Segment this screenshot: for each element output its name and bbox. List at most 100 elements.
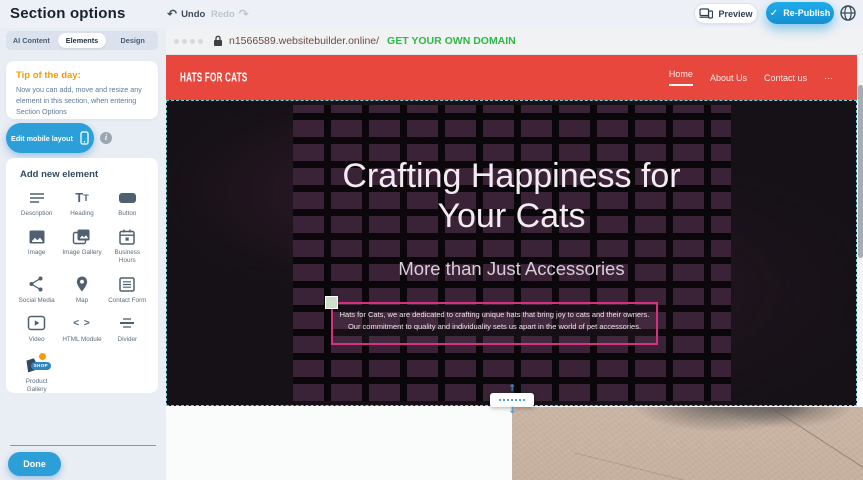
element-item-button[interactable]: Button	[105, 188, 150, 218]
element-label: Video	[29, 336, 45, 344]
element-drag-handle[interactable]	[325, 296, 338, 309]
tab-elements[interactable]: Elements	[58, 33, 107, 48]
html-code-icon: < >	[73, 314, 90, 333]
element-label: Social Media	[19, 297, 55, 305]
language-globe-button[interactable]	[839, 4, 857, 22]
site-canvas: HATS FOR CATS Home About Us Contact us ·…	[166, 55, 863, 480]
page-title: Section options	[10, 5, 126, 22]
element-item-business-hours[interactable]: Business Hours	[105, 227, 150, 265]
undo-icon: ↶	[167, 8, 177, 20]
section-resize-handle[interactable]: ↑ ↓	[490, 385, 534, 415]
hero-heading-line1: Crafting Happiness for	[167, 156, 856, 196]
info-icon[interactable]: i	[100, 132, 112, 144]
hero-heading[interactable]: Crafting Happiness for Your Cats	[167, 156, 856, 236]
image-gallery-icon	[72, 227, 91, 246]
element-label: HTML Module	[62, 336, 101, 344]
edit-mobile-layout-button[interactable]: Edit mobile layout	[6, 123, 94, 153]
globe-icon	[839, 4, 857, 22]
element-label: Business Hours	[107, 249, 147, 265]
tip-body: Now you can add, move and resize any ele…	[16, 85, 148, 117]
layout-grid-overlay	[293, 105, 731, 401]
image-icon	[28, 227, 46, 246]
contact-form-icon	[118, 275, 136, 294]
element-label: Description	[21, 210, 53, 218]
republish-label: Re-Publish	[783, 8, 830, 18]
next-section-blank-area	[166, 407, 512, 480]
hero-heading-line2: Your Cats	[167, 196, 856, 236]
product-gallery-icon: SHOP	[23, 353, 51, 375]
element-item-html-module[interactable]: < > HTML Module	[59, 314, 104, 344]
selected-paragraph-element[interactable]: Hats for Cats, we are dedicated to craft…	[331, 302, 658, 345]
browser-chrome-bar: n1566589.websitebuilder.online/ GET YOUR…	[166, 28, 863, 55]
element-item-heading[interactable]: TT Heading	[59, 188, 104, 218]
button-icon	[119, 188, 136, 207]
paragraph-line1: Hats for Cats, we are dedicated to craft…	[333, 309, 656, 321]
element-label: Product Gallery	[17, 378, 57, 393]
sidebar-tab-bar: AI Content Elements Design	[6, 31, 158, 50]
nav-item-contact-us[interactable]: Contact us	[764, 73, 807, 83]
shop-badge: SHOP	[31, 362, 51, 370]
element-item-social-media[interactable]: Social Media	[14, 275, 59, 305]
redo-icon: ↷	[239, 8, 249, 20]
tab-design[interactable]: Design	[108, 33, 157, 48]
phone-icon	[80, 131, 89, 145]
tip-title: Tip of the day:	[16, 70, 148, 81]
get-domain-link[interactable]: GET YOUR OWN DOMAIN	[387, 35, 516, 47]
redo-button[interactable]: Redo ↷	[211, 0, 249, 28]
element-item-map[interactable]: Map	[59, 275, 104, 305]
social-media-icon	[28, 275, 45, 294]
site-logo: HATS FOR CATS	[180, 71, 247, 85]
done-button[interactable]: Done	[8, 452, 61, 476]
preview-label: Preview	[718, 9, 752, 19]
map-pin-icon	[75, 275, 89, 294]
element-item-image[interactable]: Image	[14, 227, 59, 265]
chrome-dot	[198, 39, 203, 44]
devices-icon	[699, 8, 713, 19]
scrollbar-thumb[interactable]	[858, 85, 863, 258]
nav-item-home[interactable]: Home	[669, 69, 693, 86]
hero-subheading[interactable]: More than Just Accessories	[167, 258, 856, 280]
element-label: Contact Form	[108, 297, 146, 305]
preview-scrollbar	[857, 55, 863, 381]
element-item-description[interactable]: Description	[14, 188, 59, 218]
element-label: Map	[76, 297, 88, 305]
chrome-dot	[174, 39, 179, 44]
video-icon	[27, 314, 46, 333]
tip-of-the-day-card: Tip of the day: Now you can add, move an…	[6, 61, 158, 119]
site-header: HATS FOR CATS Home About Us Contact us ·…	[166, 55, 857, 100]
add-new-element-panel: Add new element Description TT Heading B…	[6, 158, 158, 393]
element-label: Heading	[70, 210, 93, 218]
undo-label: Undo	[181, 9, 205, 20]
element-label: Button	[118, 210, 136, 218]
add-element-title: Add new element	[20, 169, 150, 180]
resize-grip[interactable]	[490, 393, 534, 407]
grip-dots	[499, 399, 526, 401]
site-preview-area: n1566589.websitebuilder.online/ GET YOUR…	[166, 28, 863, 480]
element-item-image-gallery[interactable]: Image Gallery	[59, 227, 104, 265]
element-label: Divider	[118, 336, 138, 344]
tab-ai-content[interactable]: AI Content	[7, 33, 56, 48]
edit-mobile-label: Edit mobile layout	[11, 134, 73, 143]
undo-button[interactable]: ↶ Undo	[167, 0, 205, 28]
tile-seam-line	[574, 452, 739, 480]
republish-button[interactable]: ✓ Re-Publish	[766, 2, 834, 24]
up-arrow-icon: ↑	[490, 385, 534, 393]
nav-item-about-us[interactable]: About Us	[710, 73, 747, 83]
nav-more-ellipsis[interactable]: ···	[824, 73, 833, 83]
element-item-video[interactable]: Video	[14, 314, 59, 344]
next-section-image	[512, 407, 863, 480]
section-options-sidebar: AI Content Elements Design Tip of the da…	[0, 28, 166, 480]
app-window: Section options ↶ Undo Redo ↷ Preview ✓ …	[0, 0, 863, 480]
divider-icon	[118, 314, 136, 333]
chrome-dot	[182, 39, 187, 44]
element-item-product-gallery[interactable]: SHOP Product Gallery	[14, 353, 59, 393]
element-item-divider[interactable]: Divider	[105, 314, 150, 344]
element-item-contact-form[interactable]: Contact Form	[105, 275, 150, 305]
preview-button[interactable]: Preview	[694, 3, 758, 24]
tile-seam-line	[745, 407, 863, 480]
sidebar-divider	[10, 445, 156, 446]
hero-section-editing[interactable]: Crafting Happiness for Your Cats More th…	[166, 100, 857, 406]
down-arrow-icon: ↓	[490, 407, 534, 415]
element-grid: Description TT Heading Button Image	[14, 188, 150, 393]
site-url: n1566589.websitebuilder.online/	[229, 35, 379, 47]
